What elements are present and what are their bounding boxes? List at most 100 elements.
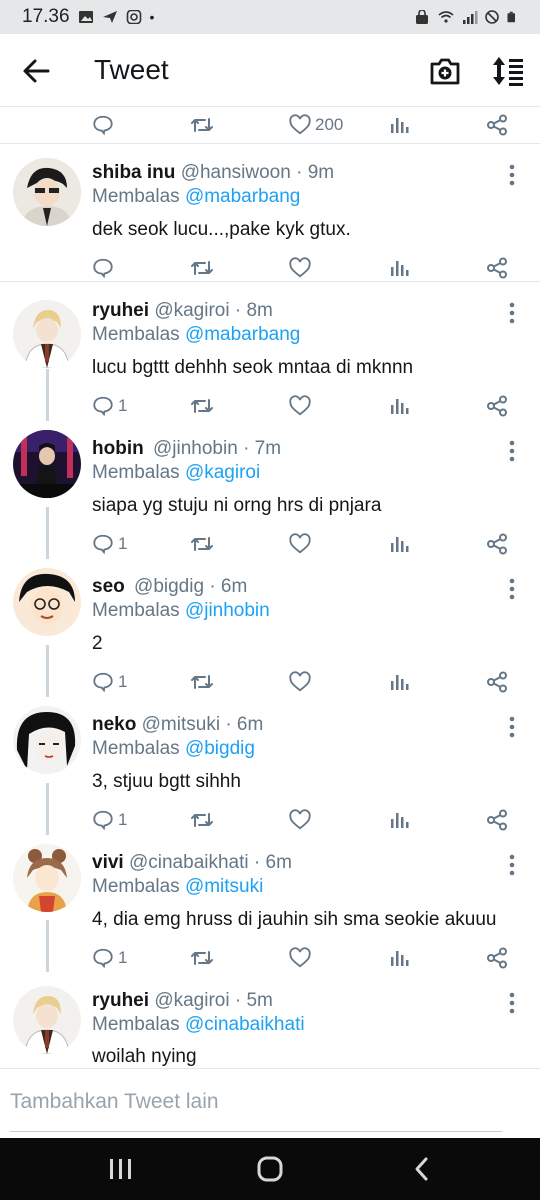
like-button[interactable] (289, 806, 311, 834)
heart-icon (289, 671, 311, 692)
analytics-icon (391, 675, 409, 690)
display-name[interactable]: neko (92, 714, 136, 735)
handle[interactable]: @hansiwoon (181, 162, 291, 183)
reply-mention[interactable]: @mabarbang (185, 324, 300, 345)
avatar[interactable] (13, 158, 81, 226)
heart-icon (289, 947, 311, 968)
reply-button[interactable]: 1 (92, 944, 127, 972)
share-button[interactable] (486, 530, 508, 558)
back-arrow-icon[interactable] (20, 56, 52, 86)
share-button[interactable] (486, 111, 508, 139)
tweet[interactable]: neko @mitsuki · 6m Membalas @bigdig 3, s… (0, 696, 540, 834)
share-button[interactable] (486, 392, 508, 420)
tweet-header: ryuhei @kagiroi · 5m (92, 990, 273, 1012)
like-button[interactable] (289, 668, 311, 696)
heart-icon (289, 257, 311, 278)
more-options-icon[interactable] (502, 163, 522, 187)
handle[interactable]: @kagiroi (154, 300, 229, 321)
reply-mention[interactable]: @bigdig (185, 738, 255, 759)
add-tweet-input[interactable] (10, 1085, 502, 1119)
more-options-icon[interactable] (502, 439, 522, 463)
retweet-button[interactable] (190, 530, 214, 558)
analytics-button[interactable] (389, 530, 409, 558)
like-button[interactable] (289, 254, 311, 282)
avatar[interactable] (13, 844, 81, 912)
timestamp: · 5m (234, 990, 273, 1011)
tweet-header: vivi @cinabaikhati · 6m (92, 852, 292, 874)
reply-button[interactable]: 1 (92, 392, 127, 420)
tweet[interactable]: vivi @cinabaikhati · 6m Membalas @mitsuk… (0, 834, 540, 972)
more-options-icon[interactable] (502, 991, 522, 1015)
like-button[interactable] (289, 530, 311, 558)
retweet-icon (191, 675, 213, 689)
retweet-button[interactable] (190, 111, 214, 139)
avatar[interactable] (13, 300, 81, 368)
retweet-button[interactable] (190, 392, 214, 420)
reply-mention[interactable]: @cinabaikhati (185, 1014, 305, 1035)
camera-add-icon[interactable] (428, 54, 462, 88)
avatar[interactable] (13, 986, 81, 1054)
like-button[interactable] (289, 944, 311, 972)
sort-icon[interactable] (490, 54, 526, 88)
handle[interactable]: @cinabaikhati (129, 852, 249, 873)
reply-mention[interactable]: @mabarbang (185, 186, 300, 207)
display-name[interactable]: hobin (92, 438, 144, 459)
tweet[interactable]: ryuhei @kagiroi · 5m Membalas @cinabaikh… (0, 972, 540, 1067)
tweet-text: 3, stjuu bgtt sihhh (92, 771, 241, 792)
retweet-button[interactable] (190, 254, 214, 282)
handle[interactable]: @jinhobin (153, 438, 238, 459)
share-button[interactable] (486, 668, 508, 696)
handle[interactable]: @bigdig (134, 576, 204, 597)
back-nav-icon[interactable] (408, 1156, 438, 1182)
analytics-button[interactable] (389, 668, 409, 696)
reply-button[interactable] (92, 111, 114, 139)
analytics-button[interactable] (389, 944, 409, 972)
avatar[interactable] (13, 568, 81, 636)
tweet[interactable]: ryuhei @kagiroi · 8m Membalas @mabarbang… (0, 282, 540, 420)
share-button[interactable] (486, 254, 508, 282)
reply-mention[interactable]: @mitsuki (185, 876, 263, 897)
like-button[interactable]: 200 (289, 111, 343, 139)
tweet-text: lucu bgttt dehhh seok mntaa di mknnn (92, 357, 414, 378)
display-name[interactable]: ryuhei (92, 990, 149, 1011)
reply-mention[interactable]: @jinhobin (185, 600, 270, 621)
analytics-button[interactable] (389, 806, 409, 834)
reply-button[interactable]: 1 (92, 806, 127, 834)
home-icon[interactable] (255, 1156, 285, 1182)
retweet-button[interactable] (190, 668, 214, 696)
analytics-button[interactable] (389, 392, 409, 420)
reply-mention[interactable]: @kagiroi (185, 462, 260, 483)
reply-button[interactable]: 1 (92, 668, 127, 696)
battery-icon (507, 11, 515, 23)
more-options-icon[interactable] (502, 301, 522, 325)
avatar[interactable] (13, 430, 81, 498)
retweet-button[interactable] (190, 806, 214, 834)
tweet-text: 2 (92, 633, 103, 654)
display-name[interactable]: ryuhei (92, 300, 149, 321)
reply-context: Membalas @mabarbang (92, 324, 300, 346)
more-options-icon[interactable] (502, 853, 522, 877)
analytics-button[interactable] (389, 254, 409, 282)
reply-button[interactable] (92, 254, 118, 282)
handle[interactable]: @mitsuki (142, 714, 220, 735)
status-time: 17.36 (22, 6, 70, 27)
retweet-button[interactable] (190, 944, 214, 972)
share-button[interactable] (486, 806, 508, 834)
tweet[interactable]: shiba inu @hansiwoon · 9m Membalas @maba… (0, 144, 540, 281)
analytics-button[interactable] (389, 111, 409, 139)
tweet[interactable]: seo @bigdig · 6m Membalas @jinhobin 2 1 (0, 558, 540, 696)
more-options-icon[interactable] (502, 715, 522, 739)
share-button[interactable] (486, 944, 508, 972)
more-options-icon[interactable] (502, 577, 522, 601)
display-name[interactable]: vivi (92, 852, 124, 873)
display-name[interactable]: seo (92, 576, 125, 597)
recent-apps-icon[interactable] (106, 1156, 136, 1182)
like-button[interactable] (289, 392, 311, 420)
display-name[interactable]: shiba inu (92, 162, 175, 183)
avatar[interactable] (13, 706, 81, 774)
handle[interactable]: @kagiroi (154, 990, 229, 1011)
heart-icon (289, 533, 311, 554)
tweet[interactable]: hobin @jinhobin · 7m Membalas @kagiroi s… (0, 420, 540, 558)
share-icon (487, 671, 507, 693)
reply-button[interactable]: 1 (92, 530, 127, 558)
